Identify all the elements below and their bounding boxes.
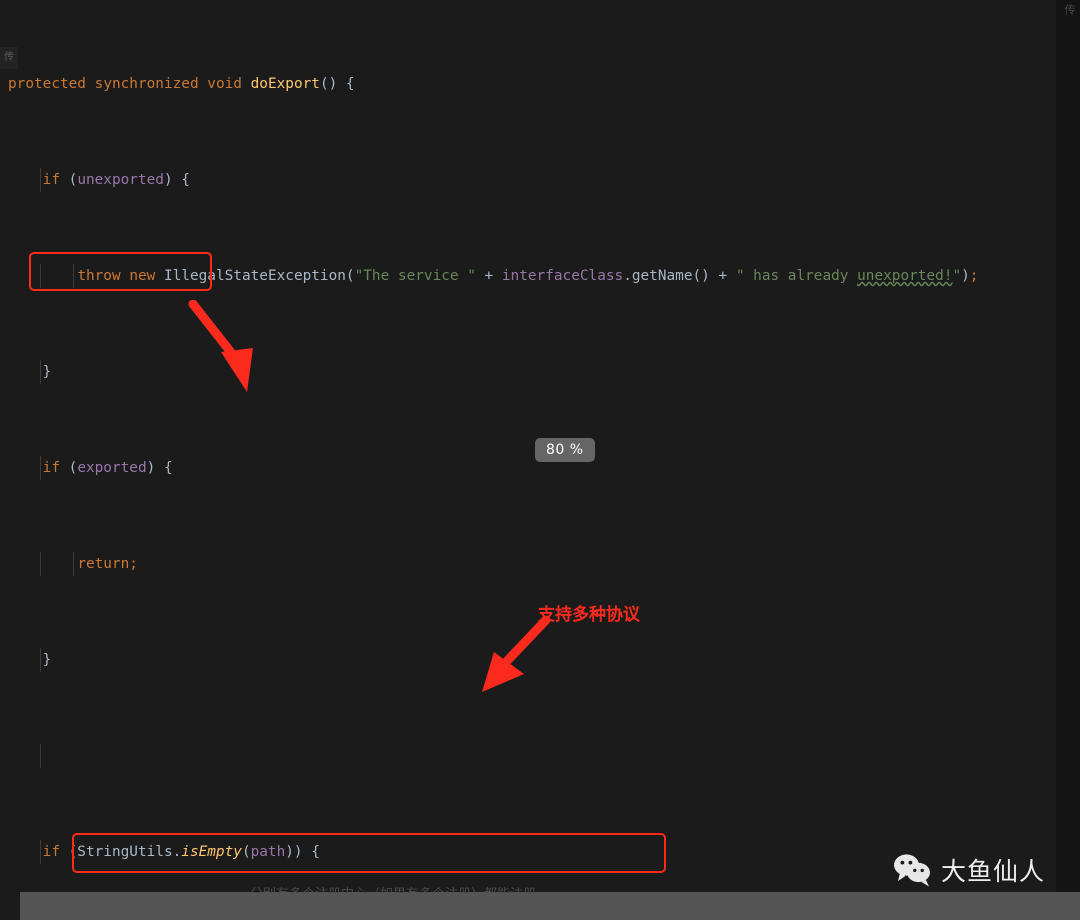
code-editor-screenshot: 传 传 protected synchronized void doExport… bbox=[0, 0, 1080, 920]
code-line: return; bbox=[0, 552, 1080, 576]
code-line: } bbox=[0, 360, 1080, 384]
annotation-arrow-protocols bbox=[482, 615, 551, 692]
watermark: 大鱼仙人 bbox=[893, 852, 1045, 888]
code-line: if (unexported) { bbox=[0, 168, 1080, 192]
zoom-level-indicator: 80 % bbox=[535, 438, 595, 462]
watermark-text: 大鱼仙人 bbox=[941, 857, 1046, 886]
code-line bbox=[0, 744, 1080, 768]
bottom-panel-clipped-text: 分别有多个注册中心（如果有多个注册）都能注册。 bbox=[250, 883, 549, 893]
code-line: protected synchronized void doExport() { bbox=[8, 76, 355, 92]
wechat-icon bbox=[894, 854, 930, 887]
bottom-panel-strip: 分别有多个注册中心（如果有多个注册）都能注册。 bbox=[20, 887, 1080, 920]
annotation-arrow-do-export-urls bbox=[188, 300, 253, 392]
code-line: throw new IllegalStateException("The ser… bbox=[0, 264, 1080, 288]
